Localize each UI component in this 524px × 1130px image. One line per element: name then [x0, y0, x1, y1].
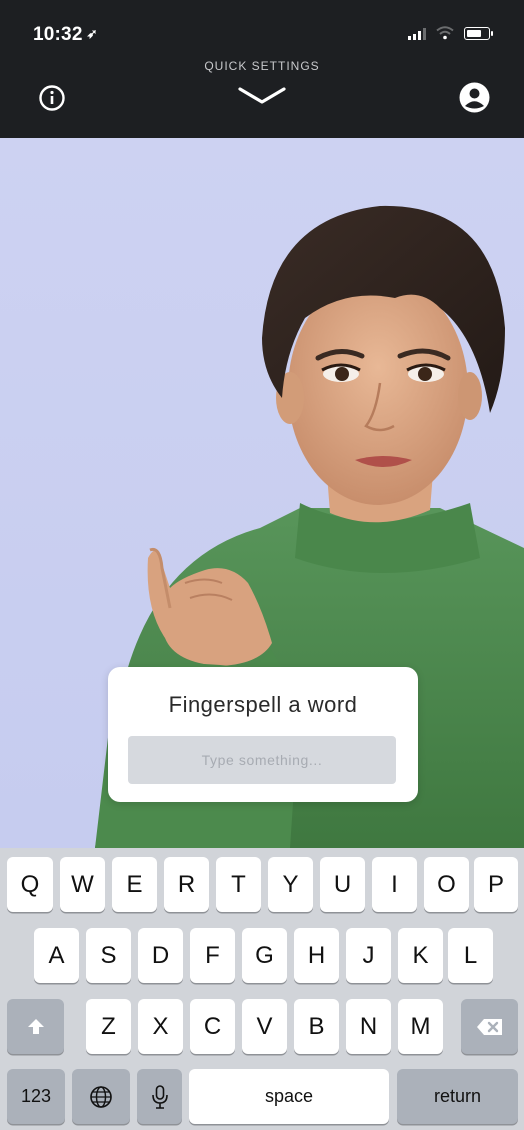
- key-n[interactable]: N: [346, 999, 391, 1054]
- key-y[interactable]: Y: [268, 857, 313, 912]
- key-g[interactable]: G: [242, 928, 287, 983]
- time-text: 10:32: [33, 24, 83, 45]
- key-t[interactable]: T: [216, 857, 261, 912]
- status-bar-indicators: [408, 25, 493, 41]
- globe-key[interactable]: [72, 1069, 130, 1124]
- key-z[interactable]: Z: [86, 999, 131, 1054]
- signing-avatar-stage: Fingerspell a word: [0, 138, 524, 848]
- battery-icon: [464, 26, 493, 40]
- cellular-signal-icon: [408, 26, 426, 40]
- key-k[interactable]: K: [398, 928, 443, 983]
- key-s[interactable]: S: [86, 928, 131, 983]
- app-header: 10:32 ➶ QUICK SETTINGS: [0, 0, 524, 138]
- dictation-key[interactable]: [137, 1069, 182, 1124]
- key-e[interactable]: E: [112, 857, 157, 912]
- backspace-key[interactable]: [461, 999, 518, 1054]
- on-screen-keyboard: Q W E R T Y U I O P A S D F G H J K L Z …: [0, 848, 524, 1130]
- key-v[interactable]: V: [242, 999, 287, 1054]
- key-l[interactable]: L: [448, 928, 493, 983]
- numbers-key[interactable]: 123: [7, 1069, 65, 1124]
- return-key[interactable]: return: [397, 1069, 518, 1124]
- fingerspell-input[interactable]: [128, 736, 396, 784]
- key-c[interactable]: C: [190, 999, 235, 1054]
- space-key[interactable]: space: [189, 1069, 389, 1124]
- key-f[interactable]: F: [190, 928, 235, 983]
- key-m[interactable]: M: [398, 999, 443, 1054]
- globe-icon: [90, 1085, 112, 1108]
- microphone-icon: [151, 1084, 168, 1109]
- key-i[interactable]: I: [372, 857, 417, 912]
- key-p[interactable]: P: [474, 857, 518, 912]
- wifi-icon: [436, 26, 454, 40]
- chevron-down-icon[interactable]: [237, 84, 287, 108]
- shift-icon: [27, 1018, 44, 1034]
- key-x[interactable]: X: [138, 999, 183, 1054]
- info-icon[interactable]: [38, 84, 66, 112]
- quick-settings-label: QUICK SETTINGS: [204, 59, 320, 73]
- fingerspell-card: Fingerspell a word: [108, 667, 418, 802]
- backspace-icon: [476, 1018, 502, 1035]
- key-u[interactable]: U: [320, 857, 365, 912]
- key-j[interactable]: J: [346, 928, 391, 983]
- key-r[interactable]: R: [164, 857, 209, 912]
- fingerspell-title: Fingerspell a word: [168, 692, 358, 717]
- key-w[interactable]: W: [60, 857, 105, 912]
- key-a[interactable]: A: [34, 928, 79, 983]
- account-circle-icon[interactable]: [459, 82, 490, 113]
- key-b[interactable]: B: [294, 999, 339, 1054]
- key-h[interactable]: H: [294, 928, 339, 983]
- key-d[interactable]: D: [138, 928, 183, 983]
- key-o[interactable]: O: [424, 857, 469, 912]
- shift-key[interactable]: [7, 999, 64, 1054]
- status-bar-time: 10:32 ➶: [33, 24, 98, 46]
- key-q[interactable]: Q: [7, 857, 53, 912]
- location-arrow-icon: ➶: [86, 26, 98, 41]
